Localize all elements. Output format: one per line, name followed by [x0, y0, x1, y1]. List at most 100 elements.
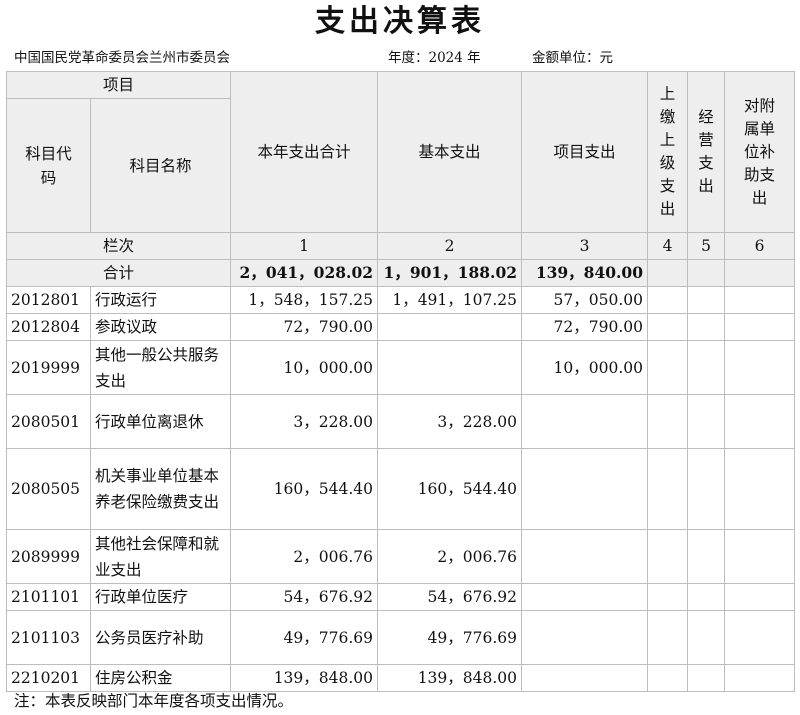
row-upper [647, 664, 689, 692]
row-project [521, 529, 649, 584]
row-subsidy [724, 340, 796, 395]
row-business [687, 664, 726, 692]
row-code: 2080501 [6, 394, 91, 449]
amount-unit: 金额单位：元 [532, 50, 613, 66]
row-business [687, 529, 726, 584]
fiscal-year: 年度：2024 年 [388, 50, 481, 66]
row-basic: 2，006.76 [377, 529, 523, 584]
row-basic: 3，228.00 [377, 394, 523, 449]
header-project-expenditure: 项目支出 [521, 71, 649, 233]
header-basic: 基本支出 [377, 71, 523, 233]
expenditure-table: 项目 本年支出合计 基本支出 项目支出 上缴上级支出 经营支出 对附属单位补助支… [5, 71, 796, 692]
sum-upper [647, 259, 689, 287]
row-total: 3，228.00 [230, 394, 379, 449]
row-upper [647, 529, 689, 584]
column-no-5: 5 [687, 232, 726, 260]
header-code: 科目代码 [6, 98, 91, 233]
table-row: 2080501 行政单位离退休 3，228.00 3，228.00 [6, 394, 796, 449]
header-total: 本年支出合计 [230, 71, 379, 233]
row-total: 160，544.40 [230, 448, 379, 530]
row-upper [647, 610, 689, 665]
header-name: 科目名称 [89, 98, 232, 233]
row-total: 139，848.00 [230, 664, 379, 692]
table-row: 2080505 机关事业单位基本养老保险缴费支出 160，544.40 160，… [6, 448, 796, 530]
table-row: 2089999 其他社会保障和就业支出 2，006.76 2，006.76 [6, 529, 796, 584]
sum-total: 2，041，028.02 [230, 259, 379, 287]
row-business [687, 610, 726, 665]
row-code: 2080505 [6, 448, 91, 530]
row-subsidy [724, 664, 796, 692]
sum-basic: 1，901，188.02 [377, 259, 523, 287]
column-no-3: 3 [521, 232, 649, 260]
header-upper-level-text: 上缴上级支出 [659, 85, 676, 218]
row-name: 公务员医疗补助 [89, 610, 232, 665]
row-total: 49，776.69 [230, 610, 379, 665]
column-no-1: 1 [230, 232, 379, 260]
row-total: 72，790.00 [230, 313, 379, 341]
row-basic [377, 340, 523, 395]
row-business [687, 448, 726, 530]
row-business [687, 394, 726, 449]
row-basic: 139，848.00 [377, 664, 523, 692]
row-subsidy [724, 529, 796, 584]
row-total: 1，548，157.25 [230, 286, 379, 314]
sum-label: 合计 [5, 259, 232, 287]
row-name: 机关事业单位基本养老保险缴费支出 [89, 448, 232, 530]
row-upper [647, 286, 689, 314]
header-subsidy-text: 对附属单位补助支出 [744, 96, 776, 207]
header-project: 项目 [5, 71, 232, 99]
table-row: 2019999 其他一般公共服务支出 10，000.00 10，000.00 [6, 340, 796, 395]
row-basic: 49，776.69 [377, 610, 523, 665]
row-project [521, 583, 649, 611]
row-basic: 1，491，107.25 [377, 286, 523, 314]
row-subsidy [724, 313, 796, 341]
row-project: 10，000.00 [521, 340, 649, 395]
row-code: 2210201 [6, 664, 91, 692]
row-project [521, 448, 649, 530]
sum-subsidy [724, 259, 796, 287]
row-name: 参政议政 [89, 313, 232, 341]
row-total: 2，006.76 [230, 529, 379, 584]
row-upper [647, 313, 689, 341]
row-code: 2101101 [6, 583, 91, 611]
row-code: 2101103 [6, 610, 91, 665]
row-code: 2089999 [6, 529, 91, 584]
sum-business [687, 259, 726, 287]
table-row: 2012801 行政运行 1，548，157.25 1，491，107.25 5… [6, 286, 796, 314]
row-total: 10，000.00 [230, 340, 379, 395]
row-upper [647, 583, 689, 611]
header-column-no: 栏次 [5, 232, 232, 260]
row-business [687, 313, 726, 341]
row-business [687, 340, 726, 395]
column-no-4: 4 [647, 232, 689, 260]
row-business [687, 286, 726, 314]
table-row: 2210201 住房公积金 139，848.00 139，848.00 [6, 664, 796, 692]
sum-project: 139，840.00 [521, 259, 649, 287]
header-code-text: 科目代码 [25, 144, 72, 187]
header-subsidy: 对附属单位补助支出 [724, 71, 796, 233]
row-code: 2012804 [6, 313, 91, 341]
row-project: 72，790.00 [521, 313, 649, 341]
row-project [521, 610, 649, 665]
table-note: 注：本表反映部门本年度各项支出情况。 [14, 692, 294, 710]
row-name: 住房公积金 [89, 664, 232, 692]
org-name: 中国国民党革命委员会兰州市委员会 [14, 50, 230, 66]
row-upper [647, 394, 689, 449]
row-subsidy [724, 394, 796, 449]
column-no-6: 6 [724, 232, 796, 260]
header-business-text: 经营支出 [698, 108, 714, 195]
row-basic: 160，544.40 [377, 448, 523, 530]
row-upper [647, 340, 689, 395]
row-total: 54，676.92 [230, 583, 379, 611]
table-row: 2101103 公务员医疗补助 49，776.69 49，776.69 [6, 610, 796, 665]
header-business: 经营支出 [687, 71, 726, 233]
row-upper [647, 448, 689, 530]
row-project: 57，050.00 [521, 286, 649, 314]
row-subsidy [724, 583, 796, 611]
table-row: 2012804 参政议政 72，790.00 72，790.00 [6, 313, 796, 341]
row-name: 行政运行 [89, 286, 232, 314]
row-subsidy [724, 610, 796, 665]
row-name: 其他一般公共服务支出 [89, 340, 232, 395]
row-subsidy [724, 448, 796, 530]
row-name: 其他社会保障和就业支出 [89, 529, 232, 584]
